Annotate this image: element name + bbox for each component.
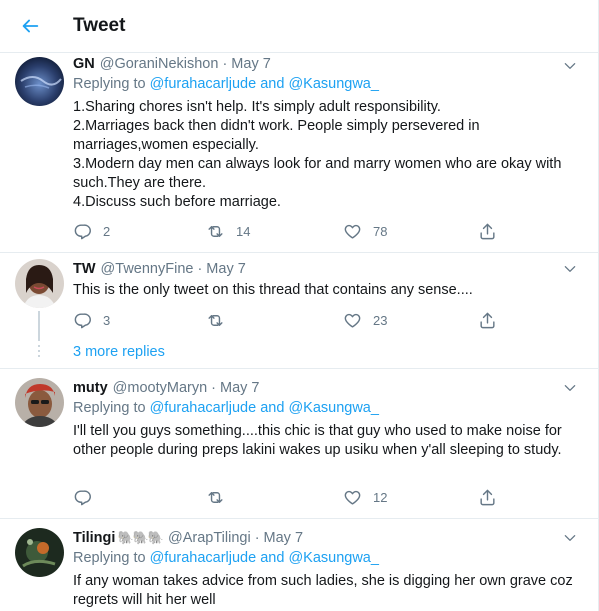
reply-button[interactable]: 3 [73,309,110,331]
tweet-date[interactable]: May 7 [264,530,304,546]
retweet-button[interactable] [206,309,236,331]
timeline-column: Tweet GN @GoraniNekishon · May 7 Replyin… [0,0,599,611]
author-name[interactable]: muty [73,380,108,396]
thread-dot [38,355,40,357]
retweet-button[interactable] [206,486,236,508]
share-button[interactable] [478,220,497,242]
share-button[interactable] [478,486,497,508]
separator-dot: · [254,530,260,546]
reply-count: 2 [103,223,111,239]
replying-to: Replying to @furahacarljude and @Kasungw… [73,400,580,419]
avatar[interactable] [15,259,64,308]
replying-to: Replying to @furahacarljude and @Kasungw… [73,76,580,95]
tweet[interactable]: GN @GoraniNekishon · May 7 Replying to @… [0,54,598,253]
retweet-icon [208,314,223,326]
reply-icon [74,312,91,328]
tweet[interactable]: muty @mootyMaryn · May 7 Replying to @fu… [0,370,598,519]
avatar-image [15,528,64,577]
replying-to: Replying to @furahacarljude and @Kasungw… [73,550,580,569]
heart-icon [344,224,361,239]
author-handle[interactable]: @mootyMaryn [113,380,208,396]
like-button[interactable]: 12 [343,486,387,508]
tweet-meta: TW @TwennyFine · May 7 [73,259,580,279]
like-count: 78 [373,223,388,239]
tweet-actions: 2 14 78 [73,220,513,242]
thread-dot [38,350,40,352]
page-title: Tweet [73,15,126,36]
retweet-icon [208,225,223,237]
share-button[interactable] [478,309,497,331]
tweet-date[interactable]: May 7 [220,380,260,396]
replying-to-prefix: Replying to [73,400,150,416]
tweet-text-line: 1.Sharing chores isn't help. It's simply… [73,99,441,115]
separator-dot: · [197,261,203,277]
avatar[interactable] [15,528,64,577]
tweet[interactable]: TW @TwennyFine · May 7 This is the only … [0,254,598,369]
retweet-icon [208,491,223,503]
avatar[interactable] [15,57,64,106]
tweet-text: I'll tell you guys something....this chi… [73,422,578,460]
tweet-meta: muty @mootyMaryn · May 7 [73,378,580,398]
tweet-text: This is the only tweet on this thread th… [73,281,580,300]
author-name[interactable]: TW [73,261,96,277]
like-count: 12 [373,489,388,505]
tweet-text-line: If any woman takes advice from such ladi… [73,573,573,608]
author-name[interactable]: Tilingi [73,530,115,546]
reply-icon [74,489,91,505]
thread-dot [38,345,40,347]
reply-button[interactable]: 2 [73,220,110,242]
share-icon [480,489,495,505]
tweet-text: 1.Sharing chores isn't help. It's simply… [73,98,588,212]
reply-icon [74,223,91,239]
replying-to-link[interactable]: @furahacarljude and @Kasungwa_ [150,400,379,416]
avatar-image [15,259,64,308]
replying-to-link[interactable]: @furahacarljude and @Kasungwa_ [150,550,379,566]
thread-dots [37,345,41,360]
tweet[interactable]: Tilingi 🐘🐘🐘 @ArapTilingi · May 7 Replyin… [0,520,598,611]
elephant-emoji: 🐘🐘🐘 [117,530,164,545]
show-more-replies-link[interactable]: 3 more replies [73,344,165,360]
back-arrow-icon [22,19,39,33]
replying-to-prefix: Replying to [73,76,150,92]
back-button[interactable] [10,6,50,46]
like-button[interactable]: 23 [343,309,387,331]
tweet-text-line: 4.Discuss such before marriage. [73,194,281,210]
tweet-text-line: 3.Modern day men can always look for and… [73,156,562,191]
separator-dot: · [211,380,216,396]
like-button[interactable]: 78 [343,220,387,242]
separator-dot: · [222,56,228,72]
like-count: 23 [373,312,388,328]
tweet-meta: Tilingi 🐘🐘🐘 @ArapTilingi · May 7 [73,528,580,548]
tweet-text-line: This is the only tweet on this thread th… [73,282,473,298]
tweet-date[interactable]: May 7 [206,261,246,277]
author-handle[interactable]: @ArapTilingi [168,530,251,546]
thread-line [38,311,40,341]
tweet-text-line: 2.Marriages back then didn't work. Peopl… [73,118,480,153]
tweet-meta: GN @GoraniNekishon · May 7 [73,54,580,74]
replying-to-link[interactable]: @furahacarljude and @Kasungwa_ [150,76,379,92]
tweet-actions: 3 23 [73,309,513,331]
author-handle[interactable]: @GoraniNekishon [100,56,219,72]
replying-to-prefix: Replying to [73,550,150,566]
tweet-text-line: I'll tell you guys something....this chi… [73,423,562,458]
avatar[interactable] [15,378,64,427]
retweet-button[interactable]: 14 [206,220,250,242]
share-icon [480,312,495,328]
reply-button[interactable] [73,486,103,508]
author-handle[interactable]: @TwennyFine [101,261,194,277]
tweet-actions: 12 [73,486,513,508]
page-header: Tweet [0,0,598,53]
tweet-date[interactable]: May 7 [231,56,271,72]
heart-icon [344,313,361,328]
author-name[interactable]: GN [73,56,95,72]
heart-icon [344,490,361,505]
share-icon [480,223,495,239]
tweet-text: If any woman takes advice from such ladi… [73,572,573,610]
avatar-image [15,378,64,427]
avatar-image [15,57,64,106]
retweet-count: 14 [236,223,251,239]
reply-count: 3 [103,312,111,328]
